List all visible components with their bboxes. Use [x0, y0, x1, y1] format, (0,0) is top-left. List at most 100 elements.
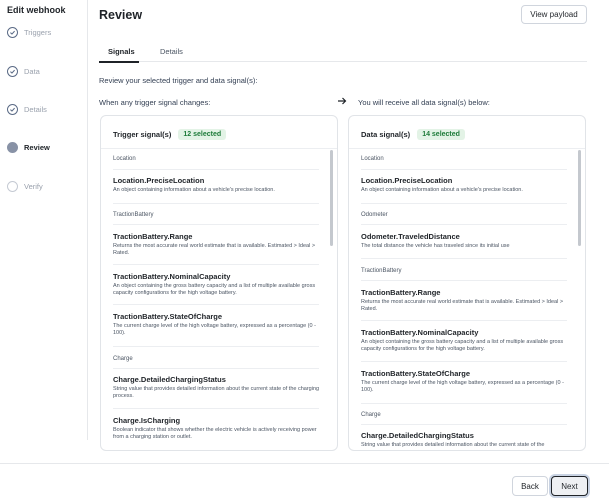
panel-header: Trigger signal(s) 12 selected	[113, 129, 227, 140]
data-section-label: You will receive all data signal(s) belo…	[358, 98, 490, 107]
category-label: Charge	[113, 356, 133, 362]
panel-title: Trigger signal(s)	[113, 130, 172, 139]
signal-description: String value that provides detailed info…	[113, 386, 320, 399]
panel-title: Data signal(s)	[361, 130, 411, 139]
signal-description: The current charge level of the high vol…	[361, 380, 564, 393]
signal-name: Location.PreciseLocation	[361, 176, 453, 185]
signal-name: TractionBattery.NominalCapacity	[361, 328, 479, 337]
divider	[361, 280, 567, 281]
signal-name: TractionBattery.Range	[361, 288, 441, 297]
signal-name: TractionBattery.StateOfCharge	[113, 312, 223, 321]
signal-item: Odometer.TraveledDistance The total dist…	[361, 232, 569, 250]
divider	[361, 361, 567, 362]
divider	[113, 203, 319, 204]
signal-item: TractionBattery.Range Returns the most a…	[361, 288, 569, 313]
divider	[113, 346, 319, 347]
signal-description: An object containing information about a…	[113, 187, 275, 193]
divider	[361, 403, 567, 404]
pending-step-icon	[7, 181, 18, 192]
tab-details[interactable]: Details	[160, 47, 183, 56]
signal-item: TractionBattery.Range Returns the most a…	[113, 232, 321, 257]
signal-name: Charge.DetailedChargingStatus	[361, 431, 474, 440]
signal-description: An object containing information about a…	[361, 187, 523, 193]
signal-description: String value that provides detailed info…	[361, 442, 545, 448]
data-signals-panel: Data signal(s) 14 selected Location Loca…	[348, 115, 586, 451]
step-label: Review	[24, 143, 50, 152]
divider	[113, 264, 319, 265]
step-label: Data	[24, 67, 40, 76]
divider	[349, 148, 585, 149]
divider	[361, 224, 567, 225]
divider	[361, 258, 567, 259]
check-icon	[7, 27, 18, 38]
step-review[interactable]: Review	[7, 142, 50, 153]
category-label: Location	[113, 156, 136, 162]
step-label: Verify	[24, 182, 43, 191]
signal-description: Returns the most accurate real world est…	[113, 243, 316, 256]
divider	[361, 424, 567, 425]
step-label: Triggers	[24, 28, 52, 37]
signal-description: An object containing the gross battery c…	[113, 283, 316, 296]
scrollbar[interactable]	[578, 150, 581, 246]
back-button[interactable]: Back	[512, 476, 548, 496]
signal-name: Charge.IsCharging	[113, 416, 181, 425]
arrow-right-icon	[338, 97, 347, 105]
next-button[interactable]: Next	[551, 476, 588, 496]
signal-description: Boolean indicator that shows whether the…	[113, 427, 317, 440]
category-label: TractionBattery	[361, 268, 402, 274]
signal-name: Location.PreciseLocation	[113, 176, 205, 185]
trigger-signals-panel: Trigger signal(s) 12 selected Location L…	[100, 115, 338, 451]
signal-description: The current charge level of the high vol…	[113, 323, 316, 336]
check-icon	[7, 104, 18, 115]
divider	[113, 408, 319, 409]
footer-divider	[0, 463, 609, 464]
active-tab-indicator	[99, 61, 139, 63]
category-label: Charge	[361, 412, 381, 418]
current-step-icon	[7, 142, 18, 153]
signal-item: Location.PreciseLocation An object conta…	[361, 176, 569, 194]
signal-name: TractionBattery.Range	[113, 232, 193, 241]
category-label: Location	[361, 156, 384, 162]
page-title: Review	[99, 8, 143, 22]
signal-description: An object containing the gross battery c…	[361, 339, 564, 352]
signal-item: TractionBattery.NominalCapacity An objec…	[361, 328, 569, 353]
check-icon	[7, 66, 18, 77]
step-data[interactable]: Data	[7, 66, 40, 77]
tab-bar: Signals Details	[99, 43, 587, 62]
signal-name: Charge.DetailedChargingStatus	[113, 375, 226, 384]
selected-count-badge: 12 selected	[178, 129, 227, 140]
step-verify[interactable]: Verify	[7, 181, 43, 192]
view-payload-button[interactable]: View payload	[521, 5, 587, 24]
signal-name: TractionBattery.StateOfCharge	[361, 369, 471, 378]
tab-signals[interactable]: Signals	[108, 47, 135, 56]
signal-item: Charge.DetailedChargingStatus String val…	[361, 431, 569, 449]
signal-description: Returns the most accurate real world est…	[361, 299, 564, 312]
step-details[interactable]: Details	[7, 104, 47, 115]
wizard-sidebar: Edit webhook Triggers Data Details Revie…	[0, 0, 88, 440]
signal-item: TractionBattery.NominalCapacity An objec…	[113, 272, 321, 297]
signal-item: Charge.DetailedChargingStatus String val…	[113, 375, 321, 400]
signal-item: TractionBattery.StateOfCharge The curren…	[113, 312, 321, 337]
divider	[361, 203, 567, 204]
signal-item: Charge.IsCharging Boolean indicator that…	[113, 416, 321, 441]
review-instructions: Review your selected trigger and data si…	[99, 76, 258, 85]
signal-item: Location.PreciseLocation An object conta…	[113, 176, 321, 194]
panel-header: Data signal(s) 14 selected	[361, 129, 465, 140]
divider	[101, 148, 337, 149]
trigger-section-label: When any trigger signal changes:	[99, 98, 211, 107]
divider	[361, 320, 567, 321]
signal-name: TractionBattery.NominalCapacity	[113, 272, 231, 281]
divider	[113, 169, 319, 170]
category-label: TractionBattery	[113, 212, 154, 218]
sidebar-title: Edit webhook	[7, 5, 66, 15]
scrollbar[interactable]	[330, 150, 333, 246]
signal-item: TractionBattery.StateOfCharge The curren…	[361, 369, 569, 394]
step-triggers[interactable]: Triggers	[7, 27, 51, 38]
signal-description: The total distance the vehicle has trave…	[361, 243, 510, 249]
divider	[113, 224, 319, 225]
signal-name: Odometer.TraveledDistance	[361, 232, 460, 241]
selected-count-badge: 14 selected	[417, 129, 465, 140]
step-label: Details	[24, 105, 47, 114]
category-label: Odometer	[361, 212, 388, 218]
divider	[113, 368, 319, 369]
